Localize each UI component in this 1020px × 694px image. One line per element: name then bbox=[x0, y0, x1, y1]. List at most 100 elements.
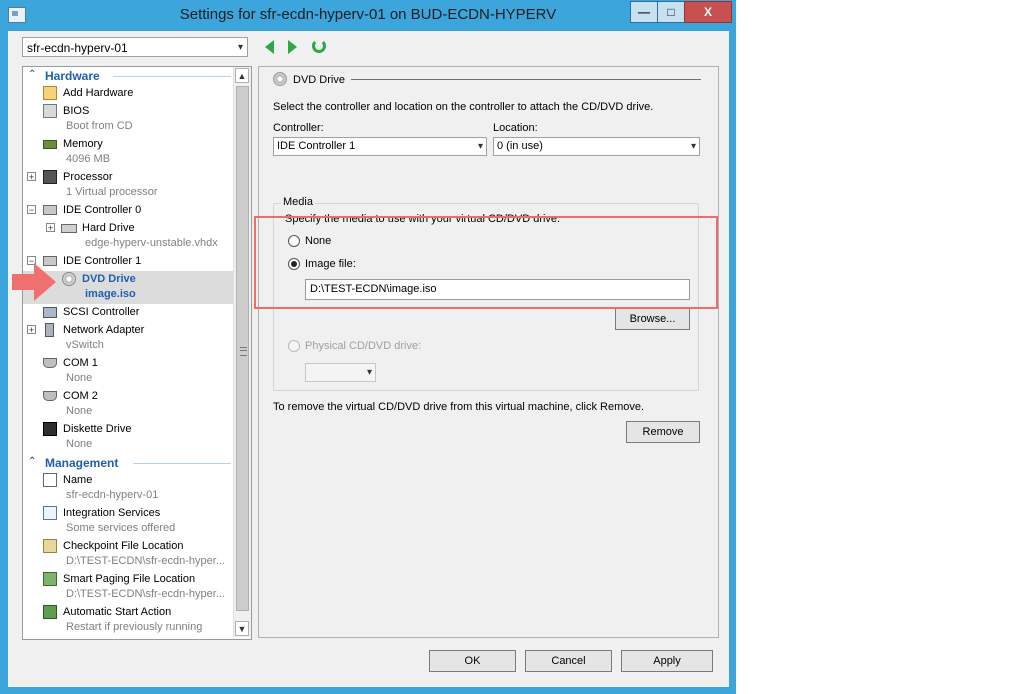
tree-item-label: Diskette Drive bbox=[63, 423, 132, 435]
tree-item-label: Integration Services bbox=[63, 507, 161, 519]
section-management[interactable]: ⌃ Management bbox=[23, 455, 233, 471]
tree-item-scsi-controller[interactable]: SCSI Controller bbox=[23, 304, 233, 321]
section-management-label: Management bbox=[45, 456, 119, 470]
window-client-area: sfr-ecdn-hyperv-01 ▾ ⌃ Hardware Add Hard… bbox=[8, 31, 729, 687]
vm-selector-dropdown[interactable]: sfr-ecdn-hyperv-01 ▾ bbox=[22, 37, 248, 57]
collapse-minus-icon[interactable]: − bbox=[27, 205, 36, 215]
tree-item-bios[interactable]: BIOS Boot from CD bbox=[23, 103, 233, 136]
bios-chip-icon bbox=[43, 104, 57, 118]
tree-item-label: Smart Paging File Location bbox=[63, 573, 196, 585]
minimize-button[interactable]: — bbox=[630, 1, 658, 23]
tree-item-detail: Boot from CD bbox=[66, 120, 133, 132]
scsi-controller-icon bbox=[43, 307, 57, 318]
cancel-button[interactable]: Cancel bbox=[525, 650, 612, 672]
scroll-up-icon[interactable]: ▲ bbox=[235, 68, 249, 83]
tree-item-label: COM 1 bbox=[63, 357, 98, 369]
physical-drive-radio[interactable] bbox=[288, 340, 300, 352]
section-hardware[interactable]: ⌃ Hardware bbox=[23, 68, 233, 84]
back-arrow-icon[interactable] bbox=[265, 40, 274, 54]
tree-item-com-2[interactable]: COM 2 None bbox=[23, 388, 233, 421]
tree-item-add-hardware[interactable]: Add Hardware bbox=[23, 85, 233, 102]
pane-description: Select the controller and location on th… bbox=[273, 101, 654, 113]
tree-item-label: IDE Controller 1 bbox=[63, 255, 142, 267]
chevron-down-icon: ▾ bbox=[366, 367, 372, 378]
tree-item-network-adapter[interactable]: + Network Adapter vSwitch bbox=[23, 322, 233, 355]
pointer-arrow-icon bbox=[12, 263, 56, 301]
pane-title: DVD Drive bbox=[293, 74, 345, 86]
vm-selector-value: sfr-ecdn-hyperv-01 bbox=[27, 41, 128, 55]
memory-icon bbox=[43, 140, 57, 149]
tree-item-name[interactable]: Name sfr-ecdn-hyperv-01 bbox=[23, 472, 233, 505]
tree-item-label: DVD Drive bbox=[82, 273, 136, 285]
dvd-disc-icon bbox=[62, 272, 76, 286]
tree-item-memory[interactable]: Memory 4096 MB bbox=[23, 136, 233, 169]
location-value: 0 (in use) bbox=[497, 140, 543, 152]
remove-description: To remove the virtual CD/DVD drive from … bbox=[273, 401, 645, 413]
expand-plus-icon[interactable]: + bbox=[27, 172, 36, 182]
tree-item-label: COM 2 bbox=[63, 390, 98, 402]
title-bar[interactable]: Settings for sfr-ecdn-hyperv-01 on BUD-E… bbox=[0, 0, 736, 31]
tree-item-label: Checkpoint File Location bbox=[63, 540, 184, 552]
controller-dropdown[interactable]: IDE Controller 1 ▾ bbox=[273, 137, 487, 156]
location-dropdown[interactable]: 0 (in use) ▾ bbox=[493, 137, 700, 156]
scroll-down-icon[interactable]: ▼ bbox=[235, 621, 249, 636]
chevron-down-icon: ▾ bbox=[477, 141, 483, 152]
automatic-start-icon bbox=[43, 605, 57, 619]
forward-arrow-icon[interactable] bbox=[288, 40, 297, 54]
expand-plus-icon[interactable]: + bbox=[27, 325, 36, 335]
tree-item-detail: Some services offered bbox=[66, 522, 176, 534]
tree-item-diskette-drive[interactable]: Diskette Drive None bbox=[23, 421, 233, 454]
tree-item-com-1[interactable]: COM 1 None bbox=[23, 355, 233, 388]
scroll-thumb[interactable] bbox=[236, 86, 249, 611]
apply-button[interactable]: Apply bbox=[621, 650, 713, 672]
processor-icon bbox=[43, 170, 57, 184]
dvd-drive-settings-pane: DVD Drive Select the controller and loca… bbox=[258, 66, 719, 638]
maximize-button[interactable]: □ bbox=[657, 1, 685, 23]
settings-tree[interactable]: ⌃ Hardware Add Hardware BIOS Boot from C… bbox=[22, 66, 252, 640]
tree-item-detail: vSwitch bbox=[66, 339, 104, 351]
controller-label: Controller: bbox=[273, 122, 324, 134]
window-title: Settings for sfr-ecdn-hyperv-01 on BUD-E… bbox=[179, 6, 557, 23]
name-text-icon bbox=[43, 473, 57, 487]
tree-item-label: BIOS bbox=[63, 105, 90, 117]
chevron-down-icon: ▾ bbox=[237, 42, 243, 53]
tree-item-detail: Restart if previously running bbox=[66, 621, 203, 633]
refresh-icon[interactable] bbox=[312, 39, 326, 53]
tree-item-checkpoint-file-location[interactable]: Checkpoint File Location D:\TEST-ECDN\sf… bbox=[23, 538, 233, 571]
tree-item-label: Processor bbox=[63, 171, 113, 183]
tree-item-label: Hard Drive bbox=[82, 222, 135, 234]
tree-item-detail: image.iso bbox=[85, 288, 136, 300]
collapse-chevron-icon[interactable]: ⌃ bbox=[28, 69, 36, 80]
collapse-chevron-icon[interactable]: ⌃ bbox=[28, 456, 36, 467]
browse-button[interactable]: Browse... bbox=[615, 308, 690, 330]
section-divider bbox=[113, 76, 231, 77]
tree-scrollbar[interactable]: ▲ ▼ bbox=[233, 67, 251, 637]
media-label: Media bbox=[281, 196, 315, 208]
tree-item-hard-drive[interactable]: + Hard Drive edge-hyperv-unstable.vhdx bbox=[23, 220, 233, 253]
hard-drive-icon bbox=[61, 224, 77, 233]
tree-item-label: Automatic Start Action bbox=[63, 606, 172, 618]
tree-item-integration-services[interactable]: Integration Services Some services offer… bbox=[23, 505, 233, 538]
tree-item-detail: 1 Virtual processor bbox=[66, 186, 158, 198]
tree-item-smart-paging-file-location[interactable]: Smart Paging File Location D:\TEST-ECDN\… bbox=[23, 571, 233, 604]
physical-drive-dropdown[interactable]: ▾ bbox=[305, 363, 376, 382]
expand-plus-icon[interactable]: + bbox=[46, 223, 55, 233]
ok-button[interactable]: OK bbox=[429, 650, 516, 672]
smart-paging-icon bbox=[43, 572, 57, 586]
close-button[interactable]: X bbox=[684, 1, 732, 23]
tree-item-ide-controller-0[interactable]: − IDE Controller 0 bbox=[23, 202, 233, 219]
checkpoint-icon bbox=[43, 539, 57, 553]
tree-item-label: Network Adapter bbox=[63, 324, 145, 336]
serial-port-icon bbox=[43, 391, 57, 401]
remove-button[interactable]: Remove bbox=[626, 421, 700, 443]
tree-item-label: Memory bbox=[63, 138, 103, 150]
tree-item-detail: sfr-ecdn-hyperv-01 bbox=[66, 489, 159, 501]
tree-item-automatic-start-action[interactable]: Automatic Start Action Restart if previo… bbox=[23, 604, 233, 637]
tree-item-label: SCSI Controller bbox=[63, 306, 140, 318]
tree-item-label: Add Hardware bbox=[63, 87, 134, 99]
tree-item-detail: None bbox=[66, 405, 93, 417]
dvd-disc-icon bbox=[273, 72, 287, 86]
tree-item-processor[interactable]: + Processor 1 Virtual processor bbox=[23, 169, 233, 202]
tree-item-label: IDE Controller 0 bbox=[63, 204, 142, 216]
settings-window: Settings for sfr-ecdn-hyperv-01 on BUD-E… bbox=[0, 0, 736, 694]
